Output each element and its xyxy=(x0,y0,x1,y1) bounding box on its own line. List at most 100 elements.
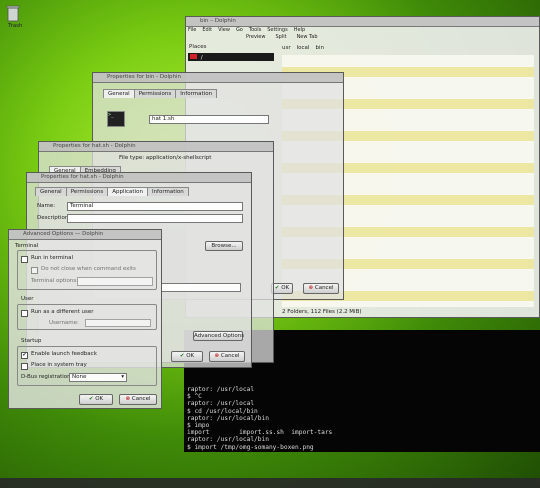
browse-button[interactable]: Browse... xyxy=(205,241,243,251)
terminal-options-label: Terminal options: xyxy=(31,278,79,284)
startup-group-title: Startup xyxy=(21,338,42,344)
props-back-cancel-button[interactable]: ⊗ Cancel xyxy=(303,283,339,294)
advanced-titlebar[interactable]: Advanced Options — Dolphin xyxy=(9,230,161,240)
trash-label: Trash xyxy=(8,23,23,29)
terminal-line: raptor: /usr/local/bin xyxy=(187,414,269,422)
props-front-cancel-button[interactable]: ⊗ Cancel xyxy=(209,351,245,362)
dbus-select[interactable]: None ▾ xyxy=(69,373,127,382)
terminal-line: raptor: /usr/local xyxy=(187,386,255,393)
places-item-label: / xyxy=(200,55,203,61)
props-front-ok-button[interactable]: ✔ OK xyxy=(171,351,203,362)
launch-feedback-checkbox[interactable]: ✔ xyxy=(21,352,28,359)
cancel-label: Cancel xyxy=(220,353,240,359)
terminal-line: import import.ss.sh import-tars xyxy=(187,429,333,437)
terminal-line: $ cd /usr/local/bin xyxy=(187,407,258,415)
name-field[interactable]: Terminal xyxy=(67,202,243,211)
status-bar: 2 Folders, 112 Files (2.2 MiB) xyxy=(282,309,362,315)
dolphin-title: bin – Dolphin xyxy=(200,18,236,24)
new-tab-button[interactable]: New Tab xyxy=(297,34,318,40)
run-in-terminal-label: Run in terminal xyxy=(31,255,74,261)
check-icon: ✔ xyxy=(88,396,94,402)
props-back-ok-button[interactable]: ✔ OK xyxy=(271,283,293,294)
dolphin-menubar: File Edit View Go Tools Settings Help xyxy=(188,27,305,33)
breadcrumb-bin[interactable]: bin xyxy=(315,45,324,51)
dolphin-titlebar[interactable]: bin – Dolphin xyxy=(186,17,539,27)
chevron-down-icon: ▾ xyxy=(121,374,124,380)
breadcrumb-local[interactable]: local xyxy=(297,45,310,51)
run-in-terminal-checkbox[interactable] xyxy=(21,256,28,263)
props-front-titlebar[interactable]: Properties for hat.sh - Dolphin xyxy=(27,173,251,183)
tab-information[interactable]: Information xyxy=(175,89,218,98)
tab-permissions[interactable]: Permissions xyxy=(133,89,177,98)
username-label: Username: xyxy=(49,320,79,326)
breadcrumb-usr[interactable]: usr xyxy=(282,45,291,51)
menu-settings[interactable]: Settings xyxy=(267,27,288,33)
tab-application[interactable]: Application xyxy=(107,187,148,196)
places-item-root[interactable]: / xyxy=(188,53,274,61)
menu-help[interactable]: Help xyxy=(294,27,305,33)
terminal-options-field[interactable] xyxy=(77,277,153,286)
advanced-ok-button[interactable]: ✔ OK xyxy=(79,394,113,405)
advanced-options-dialog: Advanced Options — Dolphin Terminal Run … xyxy=(8,229,162,409)
name-label: Name: xyxy=(37,203,56,209)
cancel-label: Cancel xyxy=(314,285,334,291)
menu-view[interactable]: View xyxy=(218,27,230,33)
menu-tools[interactable]: Tools xyxy=(249,27,261,33)
cancel-label: Cancel xyxy=(131,396,151,402)
run-as-user-checkbox[interactable] xyxy=(21,310,28,317)
user-group-title: User xyxy=(21,296,34,302)
places-label: Places xyxy=(189,44,207,50)
breadcrumb: usr local bin xyxy=(282,45,324,51)
description-label: Description: xyxy=(37,215,71,221)
terminal-line: raptor: /usr/local xyxy=(187,400,255,408)
username-field[interactable] xyxy=(85,319,151,327)
taskbar[interactable] xyxy=(0,478,540,488)
check-icon: ✔ xyxy=(179,353,185,359)
dolphin-toolbar: Preview Split New Tab xyxy=(246,34,318,40)
menu-edit[interactable]: Edit xyxy=(202,27,212,33)
advanced-title: Advanced Options — Dolphin xyxy=(23,231,104,237)
system-tray-label: Place in system tray xyxy=(31,362,87,368)
launch-feedback-label: Enable launch feedback xyxy=(31,351,97,357)
tab-permissions[interactable]: Permissions xyxy=(65,187,109,196)
ok-label: OK xyxy=(281,285,290,291)
check-icon: ✔ xyxy=(274,285,280,291)
split-button[interactable]: Split xyxy=(275,34,286,40)
terminal-line: raptor: /usr/local/bin xyxy=(187,436,269,444)
filetype-label: File type: application/x-shellscript xyxy=(119,155,212,161)
ok-label: OK xyxy=(186,353,195,359)
terminal-group-title: Terminal xyxy=(15,243,39,249)
folder-red-icon xyxy=(190,54,197,59)
cancel-icon: ⊗ xyxy=(214,353,220,359)
menu-file[interactable]: File xyxy=(188,27,196,33)
cancel-icon: ⊗ xyxy=(125,396,131,402)
trash-icon[interactable] xyxy=(6,4,20,22)
trash-icon-graphic xyxy=(6,5,20,22)
run-as-user-label: Run as a different user xyxy=(31,309,94,315)
tab-information[interactable]: Information xyxy=(146,187,189,196)
props-middle-titlebar[interactable]: Properties for hat.sh - Dolphin xyxy=(39,142,273,152)
props-back-title: Properties for bin - Dolphin xyxy=(107,74,181,80)
tab-general[interactable]: General xyxy=(35,187,67,196)
dont-close-label: Do not close when command exits xyxy=(41,266,136,272)
advanced-cancel-button[interactable]: ⊗ Cancel xyxy=(119,394,157,405)
filename-field[interactable]: hat 1.sh xyxy=(149,115,269,124)
menu-go[interactable]: Go xyxy=(236,27,243,33)
ok-label: OK xyxy=(95,396,104,402)
terminal-line: $ impo xyxy=(187,422,210,430)
dont-close-checkbox[interactable] xyxy=(31,267,38,274)
advanced-options-button[interactable]: Advanced Options xyxy=(193,331,244,341)
preview-button[interactable]: Preview xyxy=(246,34,265,40)
terminal-line: $ import /tmp/omg-somany-boxen.png xyxy=(187,443,314,451)
description-field[interactable] xyxy=(67,214,243,223)
terminal-file-icon: >_ xyxy=(107,111,125,127)
system-tray-checkbox[interactable] xyxy=(21,363,28,370)
tab-general[interactable]: General xyxy=(103,89,135,98)
dbus-label: D-Bus registration: xyxy=(21,374,73,380)
props-front-title: Properties for hat.sh - Dolphin xyxy=(41,174,124,180)
cancel-icon: ⊗ xyxy=(308,285,314,291)
dbus-select-value: None xyxy=(72,374,87,380)
props-back-titlebar[interactable]: Properties for bin - Dolphin xyxy=(93,73,343,83)
terminal-line: $ ^C xyxy=(187,393,202,401)
command-field[interactable] xyxy=(161,283,241,292)
